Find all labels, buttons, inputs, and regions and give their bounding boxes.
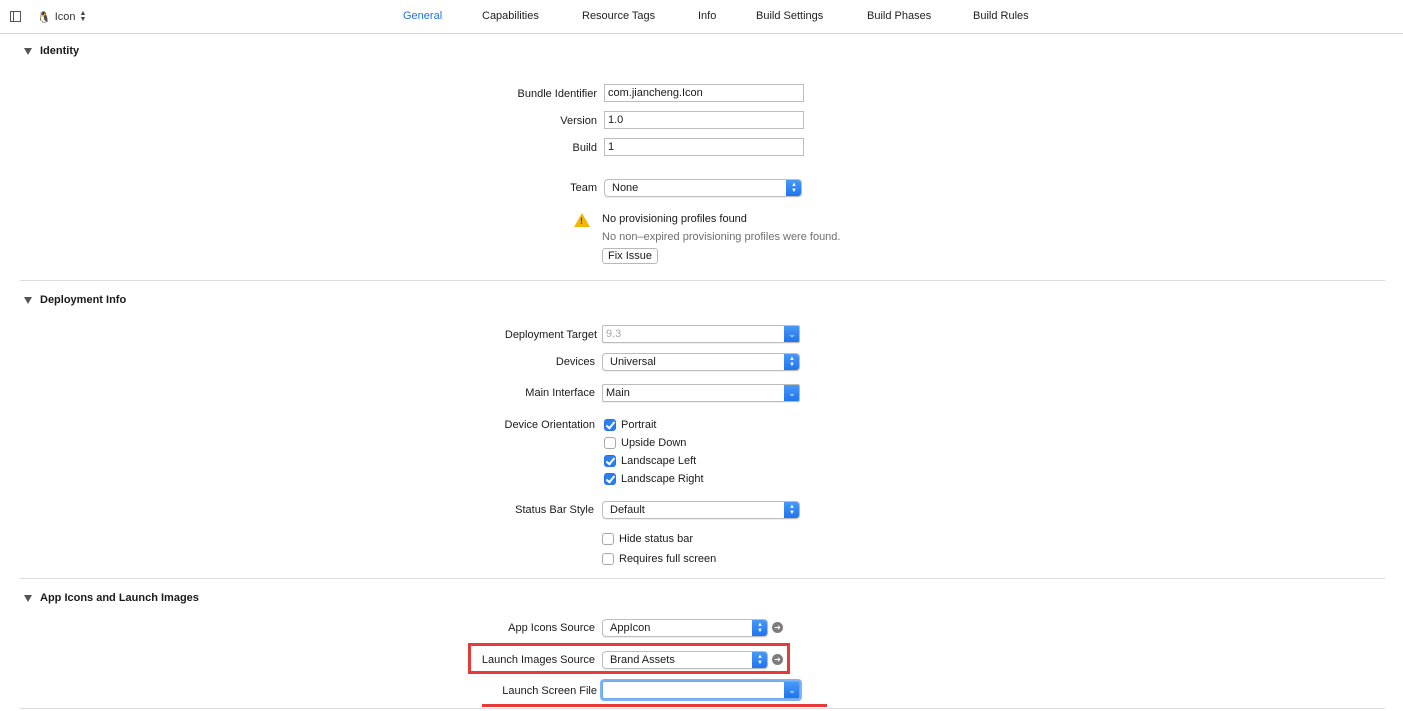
deployment-target-label: Deployment Target: [504, 329, 597, 341]
launch-images-source-label: Launch Images Source: [481, 654, 595, 666]
checkbox-label: Landscape Left: [621, 455, 697, 467]
deployment-target-value: 9.3: [606, 328, 622, 340]
disclosure-triangle-icon[interactable]: [24, 594, 32, 602]
updown-stepper-icon: ▲ ▼: [784, 354, 799, 370]
devices-popup[interactable]: Universal ▲ ▼: [602, 353, 800, 371]
go-arrow-icon[interactable]: ➜: [772, 654, 783, 665]
section-title: App Icons and Launch Images: [40, 592, 199, 604]
tab-capabilities[interactable]: Capabilities: [482, 10, 539, 22]
checkbox-label: Requires full screen: [619, 553, 717, 565]
disclosure-triangle-icon[interactable]: [24, 47, 32, 55]
fix-issue-button[interactable]: Fix Issue: [602, 248, 659, 264]
checkbox-label: Portrait: [621, 419, 657, 431]
deployment-section-header[interactable]: Deployment Info: [24, 294, 126, 306]
warning-icon: !: [574, 213, 590, 227]
checkbox-label: Upside Down: [621, 437, 687, 449]
main-interface-label: Main Interface: [525, 387, 595, 399]
tab-build-phases[interactable]: Build Phases: [867, 10, 931, 22]
checkbox-unchecked[interactable]: [602, 533, 614, 545]
checkbox-checked[interactable]: [604, 473, 616, 485]
updown-stepper-icon: ▲ ▼: [752, 620, 767, 636]
editor-tab-bar: 🐧 Icon ▲ ▼ General Capabilities Resource …: [0, 0, 1403, 34]
section-divider: [20, 578, 1385, 579]
build-field[interactable]: 1: [604, 138, 804, 156]
tab-build-rules[interactable]: Build Rules: [973, 10, 1029, 22]
disclosure-triangle-icon[interactable]: [24, 296, 32, 304]
launch-screen-file-label: Launch Screen File: [502, 685, 597, 697]
chevron-down-icon: ⌄: [784, 385, 799, 401]
hide-status-bar-option[interactable]: Hide status bar: [602, 533, 693, 545]
sidebar-toggle-icon[interactable]: [10, 11, 21, 22]
status-bar-style-value: Default: [610, 504, 645, 516]
section-title: Identity: [40, 45, 80, 57]
app-icons-section-header[interactable]: App Icons and Launch Images: [24, 592, 199, 604]
checkbox-label: Hide status bar: [619, 533, 693, 545]
tab-general[interactable]: General: [403, 10, 442, 22]
team-label: Team: [570, 182, 597, 194]
deployment-target-combo[interactable]: 9.3 ⌄: [602, 325, 800, 343]
checkbox-checked[interactable]: [604, 419, 616, 431]
chevron-down-icon: ⌄: [784, 682, 799, 698]
team-popup[interactable]: None ▲ ▼: [604, 179, 802, 197]
orientation-landscape-right[interactable]: Landscape Right: [604, 473, 704, 485]
launch-screen-file-combo[interactable]: ⌄: [602, 681, 800, 699]
checkbox-unchecked[interactable]: [604, 437, 616, 449]
orientation-upside-down[interactable]: Upside Down: [604, 437, 686, 449]
team-value: None: [612, 182, 639, 194]
section-divider: [20, 280, 1385, 281]
version-field[interactable]: 1.0: [604, 111, 804, 129]
status-bar-style-label: Status Bar Style: [515, 504, 594, 516]
highlight-underline: [482, 704, 827, 707]
bundle-identifier-label: Bundle Identifier: [517, 88, 598, 100]
warning-title: No provisioning profiles found: [602, 213, 747, 225]
requires-full-screen-option[interactable]: Requires full screen: [602, 553, 716, 565]
launch-images-source-value: Brand Assets: [610, 654, 675, 666]
status-bar-style-popup[interactable]: Default ▲ ▼: [602, 501, 800, 519]
checkbox-unchecked[interactable]: [602, 553, 614, 565]
checkbox-checked[interactable]: [604, 455, 616, 467]
main-interface-value: Main: [606, 387, 630, 399]
tab-build-settings[interactable]: Build Settings: [756, 10, 823, 22]
target-selector[interactable]: 🐧 Icon ▲ ▼: [37, 10, 86, 24]
identity-section-header[interactable]: Identity: [24, 45, 79, 57]
updown-stepper-icon: ▲ ▼: [786, 180, 801, 196]
device-orientation-label: Device Orientation: [504, 419, 596, 431]
main-interface-combo[interactable]: Main ⌄: [602, 384, 800, 402]
version-label: Version: [560, 115, 597, 127]
orientation-landscape-left[interactable]: Landscape Left: [604, 455, 696, 467]
checkbox-label: Landscape Right: [621, 473, 704, 485]
section-divider: [20, 708, 1385, 709]
warning-detail: No non–expired provisioning profiles wer…: [602, 231, 841, 243]
go-arrow-icon[interactable]: ➜: [772, 622, 783, 633]
orientation-portrait[interactable]: Portrait: [604, 419, 656, 431]
devices-value: Universal: [610, 356, 656, 368]
app-icons-source-label: App Icons Source: [508, 622, 595, 634]
target-name: Icon: [54, 11, 76, 23]
section-title: Deployment Info: [40, 294, 127, 306]
updown-chevron-icon: ▲ ▼: [79, 10, 87, 23]
app-icons-source-popup[interactable]: AppIcon ▲ ▼: [602, 619, 768, 637]
chevron-down-icon: ⌄: [784, 326, 799, 342]
bundle-identifier-field[interactable]: com.jiancheng.Icon: [604, 84, 804, 102]
updown-stepper-icon: ▲ ▼: [784, 502, 799, 518]
tab-info[interactable]: Info: [698, 10, 716, 22]
launch-images-source-popup[interactable]: Brand Assets ▲ ▼: [602, 651, 768, 669]
build-label: Build: [572, 142, 597, 154]
target-icon: 🐧: [37, 11, 51, 24]
devices-label: Devices: [555, 356, 595, 368]
updown-stepper-icon: ▲ ▼: [752, 652, 767, 668]
tab-resource-tags[interactable]: Resource Tags: [582, 10, 655, 22]
app-icons-source-value: AppIcon: [610, 622, 651, 634]
